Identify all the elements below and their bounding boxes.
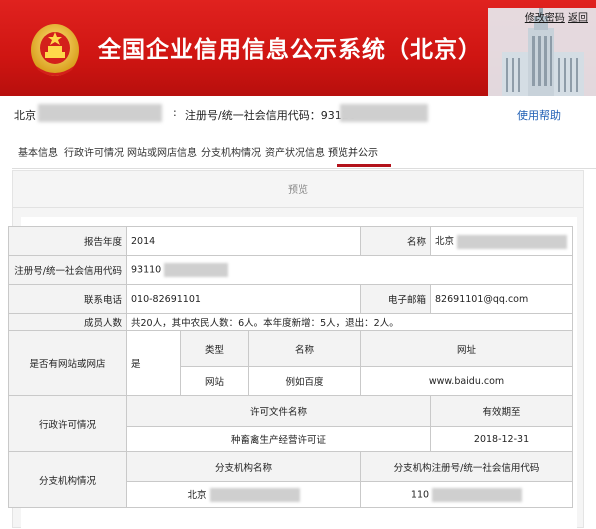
website-url-header: 网址	[359, 330, 574, 367]
redacted-name	[457, 234, 568, 249]
table-row: 分支机构情况 分支机构名称 分支机构注册号/统一社会信用代码	[8, 451, 574, 508]
table-row: 注册号/统一社会信用代码 93110	[8, 255, 574, 285]
company-location: 北京	[14, 109, 36, 122]
branch-name-header: 分支机构名称	[126, 451, 361, 482]
tab-bar: 基本信息 行政许可情况 网站或网店信息 分支机构情况 资产状况信息 预览并公示	[12, 134, 596, 169]
tab-branch-info[interactable]: 分支机构情况	[201, 144, 261, 159]
national-emblem-icon	[31, 24, 79, 76]
website-label: 是否有网站或网店	[8, 330, 127, 396]
return-link[interactable]: 返回	[568, 13, 588, 24]
registration-number: 注册号/统一社会信用代码：93110	[185, 109, 356, 122]
company-name-cell: 北京	[430, 226, 574, 256]
redacted-registration-number	[340, 104, 428, 122]
website-type-value: 网站	[180, 366, 249, 396]
branch-label: 分支机构情况	[8, 451, 127, 508]
branch-name-cell: 北京	[126, 481, 361, 508]
permit-expiry-value: 2018-12-31	[430, 426, 574, 452]
table-row: 行政许可情况 许可文件名称 有效期至	[8, 395, 574, 452]
branch-reg-cell: 110	[359, 481, 574, 508]
branch-name-value: 北京	[187, 489, 207, 501]
website-flag: 是	[126, 330, 181, 396]
tab-website-info[interactable]: 网站或网店信息	[127, 144, 197, 159]
permit-label: 行政许可情况	[8, 395, 127, 452]
annual-report-table: 报告年度 2014 名称 北京 注册号/统一社会信用代码 93110 联系电话 …	[8, 226, 574, 508]
company-info-line: 北京 : 注册号/统一社会信用代码：93110 使用帮助	[0, 96, 596, 130]
website-name-header: 名称	[248, 330, 361, 367]
email-value: 82691101@qq.com	[430, 284, 574, 314]
colon-separator: :	[173, 106, 177, 119]
preview-heading: 预览	[288, 185, 308, 196]
tab-preview-publish[interactable]: 预览并公示	[328, 144, 378, 159]
email-label: 电子邮箱	[359, 284, 432, 314]
tab-admin-permit[interactable]: 行政许可情况	[64, 144, 124, 159]
redacted-branch-name	[209, 488, 300, 503]
redacted-branch-reg	[432, 487, 523, 502]
site-header: 全国企业信用信息公示系统（北京） 修改密码 返回	[0, 0, 596, 96]
active-tab-indicator	[337, 164, 391, 167]
permit-file-value: 种畜禽生产经营许可证	[125, 426, 432, 452]
permit-expiry-header: 有效期至	[430, 395, 574, 427]
website-name-value: 例如百度	[248, 366, 361, 396]
reg-number-value: 93110	[131, 264, 162, 276]
branch-reg-header: 分支机构注册号/统一社会信用代码	[359, 451, 574, 482]
table-row: 成员人数 共20人，其中农民人数：6人。本年度新增：5人，退出：2人。	[8, 313, 574, 331]
report-year-label: 报告年度	[8, 226, 127, 256]
phone-value: 010-82691101	[126, 284, 361, 314]
redacted-reg-number	[164, 263, 229, 277]
members-label: 成员人数	[8, 313, 127, 331]
permit-file-header: 许可文件名称	[125, 395, 432, 427]
change-password-link[interactable]: 修改密码	[525, 13, 565, 24]
phone-label: 联系电话	[8, 284, 127, 314]
branch-reg-value: 110	[410, 489, 430, 500]
company-name-label: 名称	[359, 226, 432, 256]
members-value: 共20人，其中农民人数：6人。本年度新增：5人，退出：2人。	[125, 313, 574, 331]
table-row: 联系电话 010-82691101 电子邮箱 82691101@qq.com	[8, 284, 574, 314]
header-links: 修改密码 返回	[525, 9, 588, 24]
redacted-company-name	[38, 104, 162, 122]
divider	[13, 207, 583, 208]
tab-basic-info[interactable]: 基本信息	[18, 144, 58, 159]
company-name-value: 北京	[435, 236, 455, 248]
system-title: 全国企业信用信息公示系统（北京）	[98, 37, 482, 63]
table-row: 是否有网站或网店 是 类型 名称 网址	[8, 330, 574, 396]
website-url-value: www.baidu.com	[359, 366, 574, 396]
table-row: 报告年度 2014 名称 北京	[8, 226, 574, 256]
reg-number-label: 注册号/统一社会信用代码	[8, 255, 127, 285]
tab-asset-info[interactable]: 资产状况信息	[265, 144, 325, 159]
website-type-header: 类型	[180, 330, 249, 367]
reg-number-cell: 93110	[125, 255, 574, 285]
report-year-value: 2014	[126, 226, 361, 256]
help-link[interactable]: 使用帮助	[517, 107, 561, 123]
